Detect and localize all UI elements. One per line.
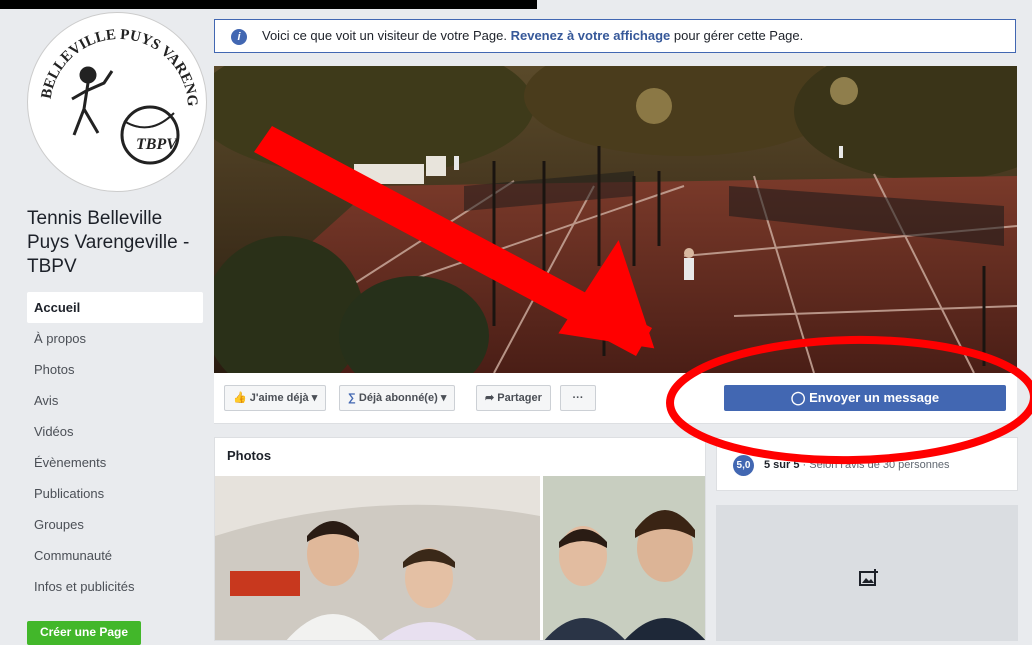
rating-detail: · Selon l'avis de 30 personnes — [799, 459, 950, 471]
photo-thumbnail-2[interactable] — [543, 476, 705, 640]
nav-item-infos-publicites[interactable]: Infos et publicités — [27, 571, 203, 602]
rating-score-badge: 5,0 — [733, 455, 754, 476]
logo-badge: TBPV — [136, 136, 178, 153]
info-icon: i — [231, 29, 247, 45]
photo-image — [215, 476, 540, 640]
nav-item-accueil[interactable]: Accueil — [27, 292, 203, 323]
rss-icon: ∑ — [348, 392, 356, 404]
more-options-button[interactable]: ··· — [560, 385, 596, 411]
notice-text-end: pour gérer cette Page. — [670, 28, 804, 43]
sidebar: BELLEVILLE PUYS VARENGEVILLE TBPV Tennis… — [0, 0, 213, 645]
nav-item-communaute[interactable]: Communauté — [27, 540, 203, 571]
page-title: Tennis Belleville Puys Varengeville - TB… — [27, 208, 190, 277]
share-icon: ➦ — [485, 392, 495, 404]
page-logo[interactable]: BELLEVILLE PUYS VARENGEVILLE TBPV — [27, 12, 207, 192]
share-button[interactable]: ➦ Partager — [476, 385, 551, 411]
page-action-bar: 👍 J'aime déjà ▾ ∑ Déjà abonné(e) ▾ ➦ Par… — [214, 373, 1017, 424]
nav-item-groupes[interactable]: Groupes — [27, 509, 203, 540]
like-button[interactable]: 👍 J'aime déjà ▾ — [224, 385, 327, 411]
return-to-view-link[interactable]: Revenez à votre affichage — [511, 28, 671, 43]
visitor-view-notice: i Voici ce que voit un visiteur de votre… — [214, 19, 1016, 53]
add-photo-icon — [859, 569, 878, 586]
cover-photo[interactable] — [214, 66, 1017, 373]
notice-text: Voici ce que voit un visiteur de votre P… — [262, 28, 511, 43]
media-placeholder-card[interactable] — [716, 505, 1018, 641]
create-page-button[interactable]: Créer une Page — [27, 621, 141, 645]
tennis-ball-icon — [120, 105, 180, 165]
nav-item-publications[interactable]: Publications — [27, 478, 203, 509]
send-message-button[interactable]: ◯ Envoyer un message — [724, 385, 1006, 411]
photo-thumbnail-1[interactable] — [215, 476, 540, 640]
nav-item-avis[interactable]: Avis — [27, 385, 203, 416]
page-nav: Accueil À propos Photos Avis Vidéos Évèn… — [27, 292, 203, 602]
photos-title[interactable]: Photos — [227, 448, 271, 463]
reviews-card[interactable]: 5,0 5 sur 5 · Selon l'avis de 30 personn… — [716, 437, 1018, 491]
nav-item-videos[interactable]: Vidéos — [27, 416, 203, 447]
tennis-player-icon — [71, 66, 114, 136]
nav-item-evenements[interactable]: Évènements — [27, 447, 203, 478]
svg-text:BELLEVILLE PUYS VARENGEVILLE: BELLEVILLE PUYS VARENGEVILLE — [28, 13, 200, 107]
cover-image — [214, 66, 1017, 373]
nav-item-a-propos[interactable]: À propos — [27, 323, 203, 354]
photos-card: Photos — [214, 437, 706, 641]
like-icon: 👍 — [233, 392, 247, 404]
logo-graphic: BELLEVILLE PUYS VARENGEVILLE TBPV — [28, 13, 200, 165]
messenger-icon: ◯ — [790, 390, 806, 405]
photo-image — [543, 476, 705, 640]
rating-summary: 5 sur 5 — [764, 459, 800, 471]
logo-text: BELLEVILLE PUYS VARENGEVILLE — [28, 13, 200, 107]
follow-button[interactable]: ∑ Déjà abonné(e) ▾ — [339, 385, 456, 411]
nav-item-photos[interactable]: Photos — [27, 354, 203, 385]
